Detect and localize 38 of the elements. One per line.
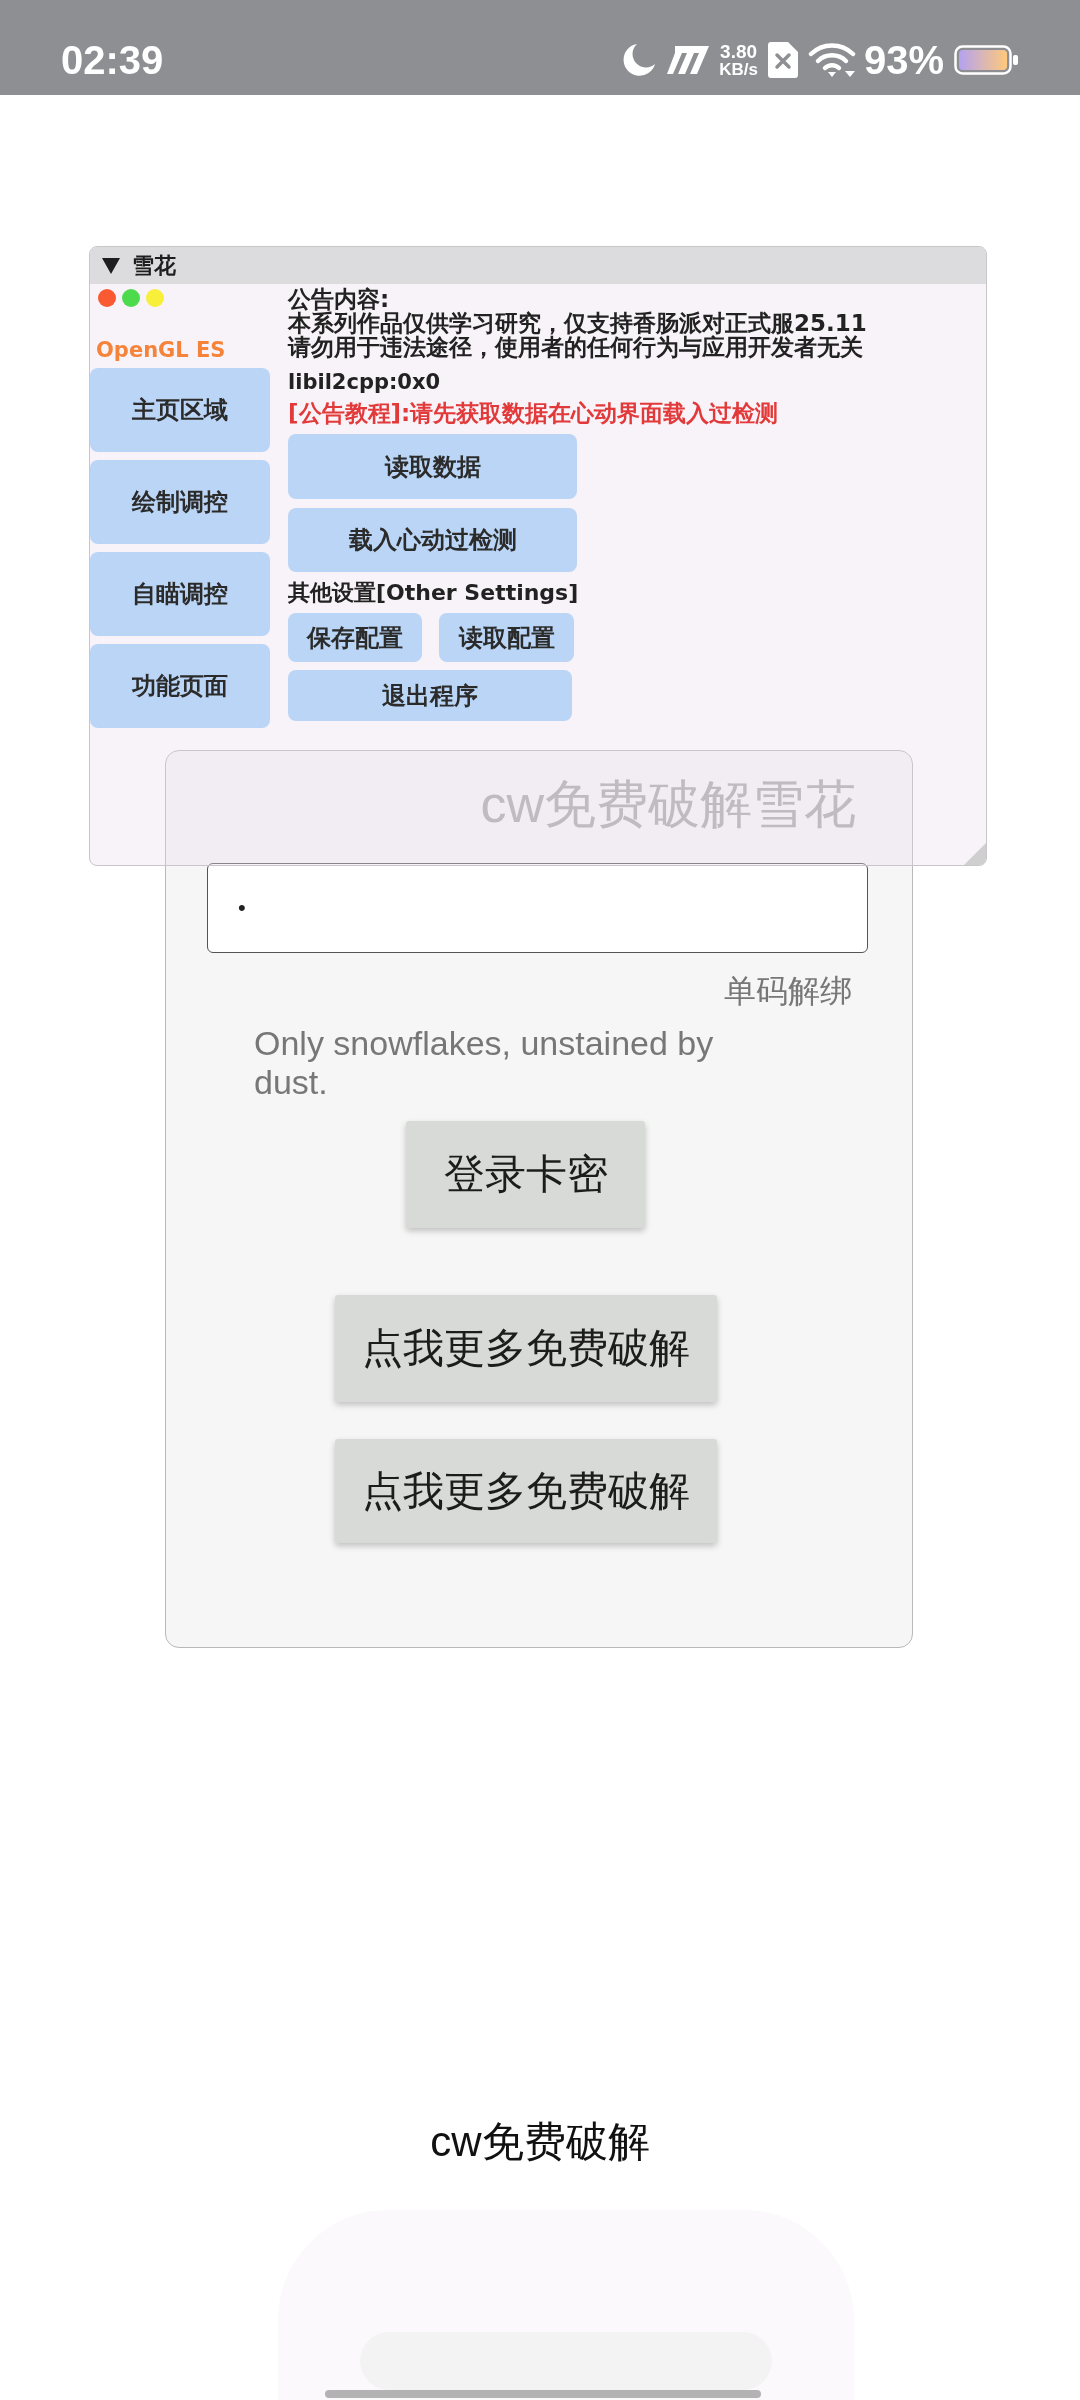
renderer-label: OpenGL ES bbox=[96, 337, 226, 363]
window-title: 雪花 bbox=[132, 252, 176, 279]
caption-text: cw免费破解 bbox=[430, 2117, 650, 2167]
more-button[interactable]: 点我更多免费破解 bbox=[335, 1295, 717, 1402]
action-button[interactable]: 载入心动过检测 bbox=[288, 508, 577, 572]
notice-line: 本系列作品仅供学习研究，仅支持香肠派对正式服25.11 bbox=[288, 311, 867, 335]
config-button[interactable]: 保存配置 bbox=[288, 613, 422, 662]
sidebar-button[interactable]: 主页区域 bbox=[90, 368, 270, 452]
password-field[interactable]: • bbox=[207, 863, 868, 953]
motto-text: Only snowflakes, unstained by dust. bbox=[254, 1024, 715, 1102]
caret-icon[interactable] bbox=[102, 257, 120, 274]
sidebar-button[interactable]: 功能页面 bbox=[90, 644, 270, 728]
tutorial-notice: [公告教程]:请先获取数据在心动界面载入过检测 bbox=[288, 400, 779, 426]
exit-button[interactable]: 退出程序 bbox=[288, 670, 572, 721]
more-button[interactable]: 点我更多免费破解 bbox=[335, 1439, 717, 1543]
address-text: libil2cpp:0x0 bbox=[288, 369, 441, 395]
resize-grip-icon[interactable] bbox=[964, 843, 986, 865]
notice-line: 请勿用于违法途径，使用者的任何行为与应用开发者无关 bbox=[288, 335, 863, 359]
sidebar-button[interactable]: 自瞄调控 bbox=[90, 552, 270, 636]
sidebar-button[interactable]: 绘制调控 bbox=[90, 460, 270, 544]
window-dot-icon[interactable] bbox=[146, 289, 164, 307]
battery-icon bbox=[954, 45, 1018, 75]
section-label: 其他设置[Other Settings] bbox=[288, 580, 579, 606]
notice-title: 公告内容: bbox=[288, 287, 390, 311]
unbind-link[interactable]: 单码解绑 bbox=[724, 971, 852, 1011]
network-speed-value: 3.80 bbox=[720, 41, 758, 61]
slanted-bars-icon bbox=[667, 46, 710, 74]
sim-card-icon bbox=[767, 42, 798, 78]
action-button[interactable]: 读取数据 bbox=[288, 434, 577, 499]
window-dot-icon[interactable] bbox=[98, 289, 116, 307]
wifi-icon bbox=[807, 42, 856, 78]
network-speed-unit: KB/s bbox=[719, 60, 758, 79]
status-time: 02:39 bbox=[61, 38, 164, 82]
config-button[interactable]: 读取配置 bbox=[439, 613, 574, 662]
login-button[interactable]: 登录卡密 bbox=[406, 1121, 645, 1228]
window-dot-icon[interactable] bbox=[122, 289, 140, 307]
moon-icon bbox=[621, 42, 658, 78]
battery-percentage: 93% bbox=[863, 38, 944, 82]
